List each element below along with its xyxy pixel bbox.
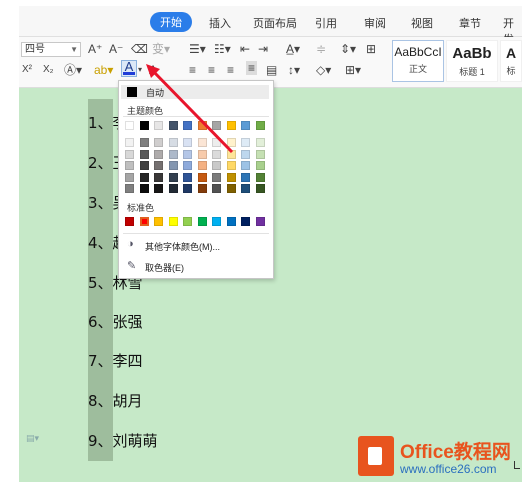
logo-tab-shape xyxy=(362,442,368,452)
watermark-logo: Office教程网 www.office26.com xyxy=(358,436,518,482)
arrow-shaft xyxy=(150,68,234,154)
logo-url: www.office26.com xyxy=(400,462,497,476)
logo-title: Office教程网 xyxy=(400,442,511,463)
annotation-arrow xyxy=(146,64,234,154)
office-logo-icon xyxy=(358,436,394,476)
logo-page-shape xyxy=(368,447,382,465)
